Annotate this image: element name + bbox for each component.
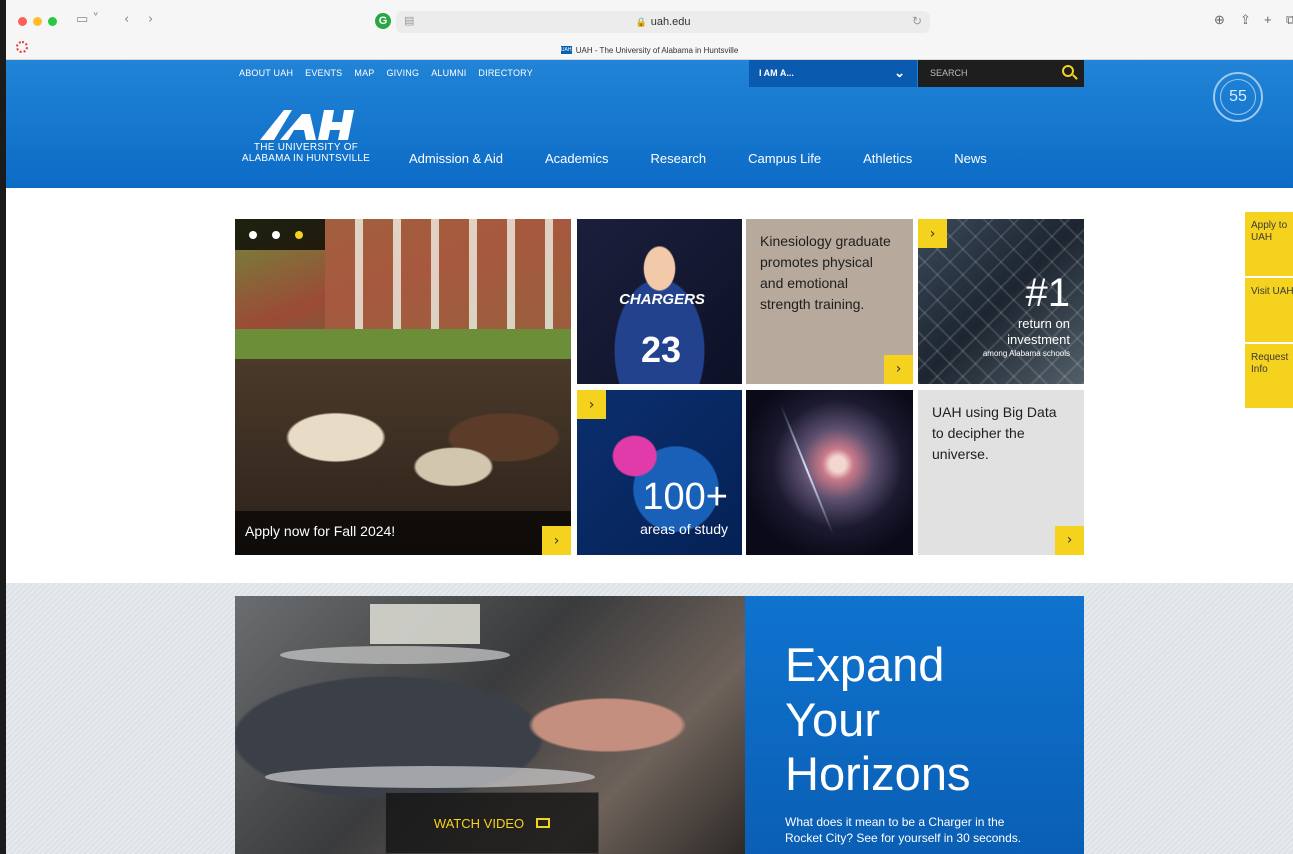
watch-video-label: WATCH VIDEO <box>433 815 525 831</box>
robot-plate-bottom <box>265 766 595 788</box>
logo-line-1: THE UNIVERSITY OF <box>253 142 359 153</box>
kinesiology-arrow-icon[interactable]: › <box>884 355 913 384</box>
anniversary-seal-icon: 55 <box>1213 72 1263 122</box>
roi-line-1: return on <box>1017 316 1070 331</box>
uah-logo-mark-icon <box>260 110 354 140</box>
visit-tab[interactable]: Visit UAH <box>1245 278 1293 342</box>
logo-line-2: ALABAMA IN HUNTSVILLE <box>241 153 371 164</box>
video-icon <box>536 818 551 828</box>
slide-arrow-icon[interactable]: › <box>542 526 571 555</box>
search-icon[interactable] <box>1062 65 1074 77</box>
reload-icon[interactable]: ↻ <box>912 14 922 28</box>
study-arrow-icon[interactable]: › <box>577 390 606 419</box>
minimize-window-button[interactable] <box>33 17 42 26</box>
areas-of-study-tile[interactable]: › 100+ areas of study <box>577 390 742 555</box>
kinesiology-text: Kinesiology graduate promotes physical a… <box>760 233 891 312</box>
slide-dot-3[interactable] <box>295 230 303 239</box>
galaxy-jet <box>779 404 835 536</box>
site-header: ABOUT UAH EVENTS MAP GIVING ALUMNI DIREC… <box>6 60 1293 188</box>
nav-campus-life[interactable]: Campus Life <box>748 151 821 166</box>
slide-caption[interactable]: Apply now for Fall 2024! <box>235 511 571 555</box>
expand-horizons-panel: Expand Your Horizons What does it mean t… <box>745 596 1084 854</box>
promo-heading-1: Expand <box>785 638 945 691</box>
jersey-number: 23 <box>640 329 682 370</box>
request-info-tab[interactable]: Request Info <box>1245 344 1293 408</box>
active-tab[interactable]: UAH UAH - The University of Alabama in H… <box>6 40 1293 60</box>
back-icon[interactable]: ‹ <box>124 12 129 27</box>
promo-body: What does it mean to be a Charger in the… <box>785 814 1022 846</box>
sidebar-toggle-icon[interactable]: ▭ ˅ <box>76 12 99 27</box>
promo-heading-2: Your <box>785 692 880 746</box>
url-text: uah.edu <box>650 16 691 28</box>
roi-line-2: investment <box>1007 331 1070 347</box>
study-label: areas of study <box>640 521 728 537</box>
search-placeholder: SEARCH <box>930 68 968 78</box>
util-link-alumni[interactable]: ALUMNI <box>431 68 466 78</box>
util-link-events[interactable]: EVENTS <box>305 68 342 78</box>
promo-heading-3: Horizons <box>785 747 971 801</box>
util-link-map[interactable]: MAP <box>354 68 374 78</box>
page-menu-icon[interactable]: ▤ <box>404 14 414 27</box>
video-thumbnail[interactable]: WATCH VIDEO <box>235 596 745 854</box>
big-data-story[interactable]: UAH using Big Data to decipher the unive… <box>918 390 1084 555</box>
apply-tab[interactable]: Apply to UAH <box>1245 212 1293 276</box>
uah-favicon-icon: UAH <box>560 46 572 54</box>
roi-arrow-icon[interactable]: › <box>918 219 947 248</box>
utility-nav: ABOUT UAH EVENTS MAP GIVING ALUMNI DIREC… <box>239 68 533 78</box>
search-input[interactable]: SEARCH <box>918 60 1084 87</box>
forward-icon[interactable]: › <box>148 12 153 27</box>
chevron-down-icon: ⌄ <box>894 65 905 80</box>
util-link-about[interactable]: ABOUT UAH <box>239 68 293 78</box>
browser-toolbar: ▭ ˅ ‹ › G ▤ 🔒 uah.edu ↻ ⊕ ⇪ + ⧉ UAH UAH … <box>6 0 1293 60</box>
tab-title: UAH - The University of Alabama in Hunts… <box>575 45 739 55</box>
zoom-window-button[interactable] <box>48 17 57 26</box>
share-icon[interactable]: ⇪ <box>1240 12 1251 28</box>
roi-tile[interactable]: › #1 return on investment among Alabama … <box>918 219 1084 384</box>
i-am-a-label: I AM A... <box>759 68 794 78</box>
roi-subtext: among Alabama schools <box>982 349 1070 359</box>
hero-slideshow[interactable]: Apply now for Fall 2024! › <box>235 219 571 555</box>
study-count: 100+ <box>642 476 728 518</box>
main-nav: Admission & Aid Academics Research Campu… <box>409 151 1029 166</box>
galaxy-photo[interactable] <box>746 390 913 555</box>
nav-academics[interactable]: Academics <box>545 151 609 166</box>
tab-overview-icon[interactable]: ⧉ <box>1286 12 1293 28</box>
watch-video-button[interactable]: WATCH VIDEO <box>385 792 599 854</box>
big-data-arrow-icon[interactable]: › <box>1055 526 1084 555</box>
kinesiology-story[interactable]: Kinesiology graduate promotes physical a… <box>746 219 913 384</box>
lock-icon: 🔒 <box>635 16 647 27</box>
circuit-board-image <box>370 604 480 644</box>
close-window-button[interactable] <box>18 17 27 26</box>
slide-dots <box>235 219 325 250</box>
i-am-a-dropdown[interactable]: I AM A... ⌄ <box>749 60 917 87</box>
big-data-text: UAH using Big Data to decipher the unive… <box>932 404 1057 462</box>
jersey-text: CHARGERS <box>619 291 705 308</box>
browser-window: ▭ ˅ ‹ › G ▤ 🔒 uah.edu ↻ ⊕ ⇪ + ⧉ UAH UAH … <box>0 0 1293 854</box>
kinesiology-photo[interactable]: CHARGERS 23 <box>577 219 742 384</box>
new-tab-icon[interactable]: + <box>1264 12 1272 27</box>
nav-news[interactable]: News <box>954 151 987 166</box>
roi-rank: #1 <box>1025 271 1071 315</box>
seal-number: 55 <box>1229 88 1247 105</box>
address-bar[interactable]: ▤ 🔒 uah.edu ↻ <box>396 11 930 33</box>
nav-admission-aid[interactable]: Admission & Aid <box>409 151 503 166</box>
downloads-icon[interactable]: ⊕ <box>1214 12 1225 28</box>
util-link-directory[interactable]: DIRECTORY <box>478 68 532 78</box>
slide-dot-2[interactable] <box>272 230 280 239</box>
nav-research[interactable]: Research <box>651 151 707 166</box>
util-link-giving[interactable]: GIVING <box>386 68 419 78</box>
uah-logo[interactable]: THE UNIVERSITY OF ALABAMA IN HUNTSVILLE <box>235 108 377 164</box>
window-controls <box>18 17 57 26</box>
grammarly-extension-icon[interactable]: G <box>375 13 391 29</box>
slide-dot-1[interactable] <box>249 230 257 239</box>
robot-plate-top <box>280 646 510 664</box>
nav-athletics[interactable]: Athletics <box>863 151 912 166</box>
